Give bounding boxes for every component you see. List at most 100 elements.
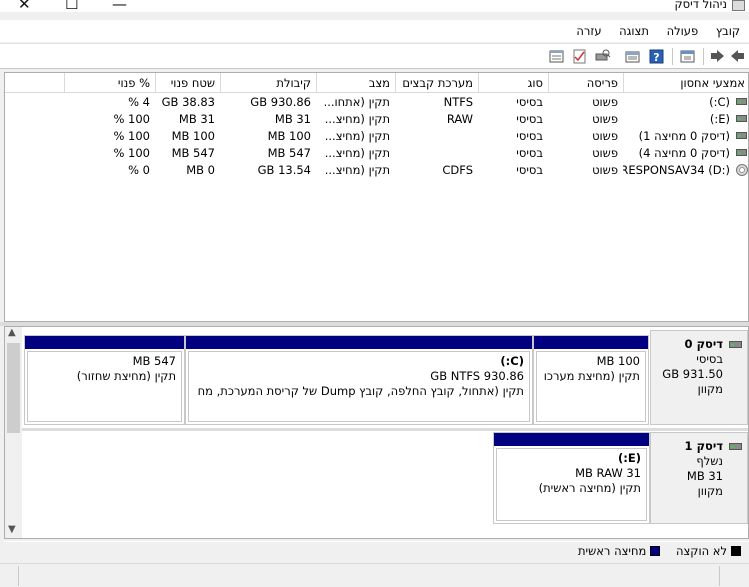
- table-row[interactable]: RESPONSAV34 (D:) פשוט בסיסי CDFS תקין (מ…: [5, 162, 748, 179]
- status-bar: [0, 563, 749, 587]
- disk-1-label[interactable]: דיסק 1 נשלף 31 MB מקוון: [650, 432, 748, 524]
- drive-icon: [736, 149, 747, 156]
- close-icon[interactable]: ✕: [18, 0, 31, 12]
- cell-percent-free: 100 %: [113, 129, 150, 143]
- back-arrow-icon[interactable]: [729, 48, 746, 65]
- menu-view[interactable]: תצוגה: [612, 20, 656, 40]
- cell-filesystem: NTFS: [443, 95, 473, 109]
- volume-list: אמצעי אחסון פריסה סוג מערכת קבצים מצב קי…: [4, 72, 749, 322]
- disk-title: דיסק 1: [684, 439, 723, 453]
- cell-status: תקין (מחיצ...: [324, 146, 390, 160]
- table-row[interactable]: (דיסק 0 מחיצה 1) פשוט בסיסי תקין (מחיצ..…: [5, 128, 748, 145]
- drive-icon: [736, 98, 747, 105]
- col-header-percent-free[interactable]: % פנוי: [64, 73, 155, 93]
- cell-capacity: 930.86 GB: [250, 95, 311, 109]
- cell-percent-free: 100 %: [113, 112, 150, 126]
- scroll-thumb[interactable]: [7, 343, 20, 433]
- partition-size: 31 MB RAW: [575, 466, 641, 480]
- cell-free-space: 100 MB: [171, 129, 215, 143]
- disk-layout-pane: ▲ ▼ דיסק 0 בסיסי 931.50 GB מקוון 100 MB …: [4, 326, 749, 539]
- cell-capacity: 100 MB: [267, 129, 311, 143]
- disk-type: נשלף: [696, 454, 723, 468]
- cell-layout: פשוט: [592, 95, 618, 109]
- cell-capacity: 31 MB: [274, 112, 311, 126]
- col-header-status[interactable]: מצב: [316, 73, 395, 93]
- menu-bar: קובץ פעולה תצוגה עזרה: [0, 20, 749, 42]
- primary-partition-bar: [494, 433, 649, 446]
- cell-type: בסיסי: [516, 146, 543, 160]
- cell-filesystem: [395, 128, 478, 145]
- partition-status: תקין (אתחול, קובץ החלפה, קובץ Dump של קר…: [197, 384, 524, 398]
- disk-size: 931.50 GB: [662, 367, 723, 381]
- partition-disk1-e[interactable]: (E:) 31 MB RAW תקין (מחיצה ראשית): [493, 432, 650, 524]
- cell-layout: פשוט: [592, 146, 618, 160]
- cell-volume: (דיסק 0 מחיצה 4): [638, 146, 730, 160]
- drive-icon: [736, 132, 747, 139]
- partition-name: (C:): [500, 354, 524, 368]
- col-header-volume[interactable]: אמצעי אחסון: [623, 73, 748, 93]
- cell-status: תקין (מחיצ...: [324, 163, 390, 177]
- settings-icon[interactable]: [548, 48, 565, 65]
- forward-arrow-icon[interactable]: [709, 48, 726, 65]
- partition-status: תקין (מחיצת שחזור): [76, 369, 176, 383]
- disk-icon: [729, 341, 742, 348]
- cell-type: בסיסי: [516, 112, 543, 126]
- partition-size: 930.86 GB NTFS: [430, 369, 524, 383]
- cell-filesystem: [395, 145, 478, 162]
- rescan-icon[interactable]: [594, 48, 611, 65]
- disk-type: בסיסי: [696, 352, 723, 366]
- legend-label: מחיצה ראשית: [577, 544, 647, 558]
- maximize-icon[interactable]: ☐: [65, 0, 78, 12]
- menu-action[interactable]: פעולה: [660, 20, 706, 40]
- svg-text:?: ?: [653, 51, 659, 64]
- legend-item-primary: מחיצה ראשית: [577, 542, 661, 560]
- help-icon[interactable]: ?: [648, 48, 665, 65]
- legend: לא הוקצה מחיצה ראשית: [4, 541, 749, 561]
- partition-disk0-c[interactable]: (C:) 930.86 GB NTFS תקין (אתחול, קובץ הח…: [185, 335, 533, 425]
- cell-type: בסיסי: [516, 163, 543, 177]
- col-header-filesystem[interactable]: מערכת קבצים: [395, 73, 478, 93]
- cell-layout: פשוט: [592, 163, 618, 177]
- menu-help[interactable]: עזרה: [569, 20, 608, 40]
- volume-table-header: אמצעי אחסון פריסה סוג מערכת קבצים מצב קי…: [5, 73, 748, 93]
- properties-icon[interactable]: [679, 48, 696, 65]
- cell-volume: (C:): [709, 95, 730, 109]
- scroll-down-icon[interactable]: ▼: [8, 524, 16, 535]
- legend-swatch-unallocated: [731, 546, 741, 556]
- legend-item-unallocated: לא הוקצה: [676, 542, 741, 560]
- refresh-icon[interactable]: [624, 48, 641, 65]
- minimize-icon[interactable]: —: [112, 0, 127, 12]
- table-row[interactable]: (E:) פשוט בסיסי RAW תקין (מחיצ... 31 MB …: [5, 111, 748, 128]
- col-header-type[interactable]: סוג: [478, 73, 548, 93]
- cell-status: תקין (מחיצ...: [324, 112, 390, 126]
- cell-free-space: 547 MB: [171, 146, 215, 160]
- cell-layout: פשוט: [592, 112, 618, 126]
- cell-volume: (דיסק 0 מחיצה 1): [638, 129, 730, 143]
- cell-percent-free: 100 %: [113, 146, 150, 160]
- disk-0-label[interactable]: דיסק 0 בסיסי 931.50 GB מקוון: [650, 330, 748, 425]
- cell-volume: (E:): [709, 112, 730, 126]
- disk-state: מקוון: [697, 484, 723, 498]
- partition-disk0-recovery[interactable]: 547 MB תקין (מחיצת שחזור): [24, 335, 185, 425]
- partition-status: תקין (מחיצת מערכו: [543, 369, 640, 383]
- col-header-capacity[interactable]: קיבולת: [220, 73, 316, 93]
- cell-capacity: 13.54 GB: [257, 163, 311, 177]
- disk-separator: [22, 428, 748, 431]
- col-header-layout[interactable]: פריסה: [548, 73, 623, 93]
- legend-swatch-primary: [650, 546, 661, 556]
- cell-status: תקין (מחיצ...: [324, 129, 390, 143]
- col-header-free-space[interactable]: שטח פנוי: [155, 73, 220, 93]
- scroll-up-icon[interactable]: ▲: [8, 327, 16, 338]
- disk-size: 31 MB: [686, 469, 723, 483]
- table-row[interactable]: (C:) פשוט בסיסי NTFS תקין (אתחו... 930.8…: [5, 94, 748, 111]
- window-title: ניהול דיסק: [674, 0, 728, 11]
- vertical-scrollbar[interactable]: ▲ ▼: [5, 327, 22, 538]
- cell-free-space: 38.83 GB: [161, 95, 215, 109]
- checklist-icon[interactable]: [571, 48, 588, 65]
- table-row[interactable]: (דיסק 0 מחיצה 4) פשוט בסיסי תקין (מחיצ..…: [5, 145, 748, 162]
- cell-layout: פשוט: [592, 129, 618, 143]
- menu-file[interactable]: קובץ: [709, 20, 747, 40]
- cell-type: בסיסי: [516, 95, 543, 109]
- partition-disk0-system[interactable]: 100 MB תקין (מחיצת מערכו: [533, 335, 649, 425]
- cell-free-space: 31 MB: [178, 112, 215, 126]
